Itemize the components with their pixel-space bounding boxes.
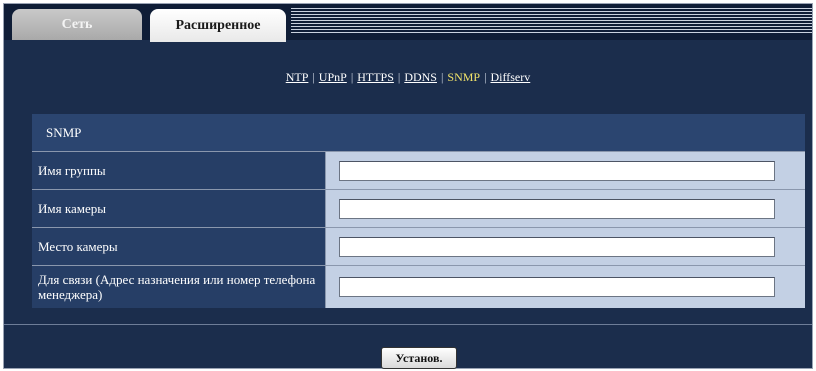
settings-row-contact: Для связи (Адрес назначения или номер те… <box>32 266 805 308</box>
subnav-link-ddns[interactable]: DDNS <box>404 70 437 84</box>
group-name-input[interactable] <box>339 160 775 181</box>
field-cell <box>326 190 805 227</box>
subnav-link-upnp[interactable]: UPnP <box>319 70 347 84</box>
subnav-link-https[interactable]: HTTPS <box>357 70 394 84</box>
field-cell <box>326 228 805 265</box>
sub-navigation: NTP | UPnP | HTTPS | DDNS | SNMP | Diffserv <box>4 70 812 85</box>
tab-bar-stripes <box>291 8 812 35</box>
field-cell <box>326 266 805 308</box>
tab-advanced[interactable]: Расширенное <box>150 9 286 42</box>
field-label: Имя группы <box>32 152 326 189</box>
settings-window: Сеть Расширенное NTP | UPnP | HTTPS | DDNS | SNM… <box>3 3 813 369</box>
subnav-separator: | <box>350 70 354 84</box>
tab-network[interactable]: Сеть <box>12 9 142 40</box>
settings-row-camera-location: Место камеры <box>32 228 805 266</box>
subnav-link-diffserv[interactable]: Diffserv <box>490 70 530 84</box>
footer-divider <box>4 324 812 325</box>
subnav-separator: | <box>312 70 315 84</box>
subnav-link-snmp[interactable]: SNMP <box>447 70 480 84</box>
settings-row-camera-name: Имя камеры <box>32 190 805 228</box>
field-label: Имя камеры <box>32 190 326 227</box>
field-label: Для связи (Адрес назначения или номер те… <box>32 266 326 308</box>
subnav-separator: | <box>397 70 401 84</box>
settings-row-group-name: Имя группы <box>32 152 805 190</box>
camera-location-input[interactable] <box>339 236 775 257</box>
tab-bar: Сеть Расширенное <box>4 4 812 42</box>
contact-input[interactable] <box>339 277 775 297</box>
snmp-settings-panel: SNMP Имя группы Имя камеры Место камеры … <box>32 114 805 314</box>
field-cell <box>326 152 805 189</box>
subnav-separator: | <box>440 70 444 84</box>
panel-title: SNMP <box>32 114 805 152</box>
subnav-link-ntp[interactable]: NTP <box>286 70 309 84</box>
set-button[interactable]: Установ. <box>381 347 457 369</box>
field-label: Место камеры <box>32 228 326 265</box>
camera-name-input[interactable] <box>339 198 775 219</box>
subnav-separator: | <box>484 70 487 84</box>
